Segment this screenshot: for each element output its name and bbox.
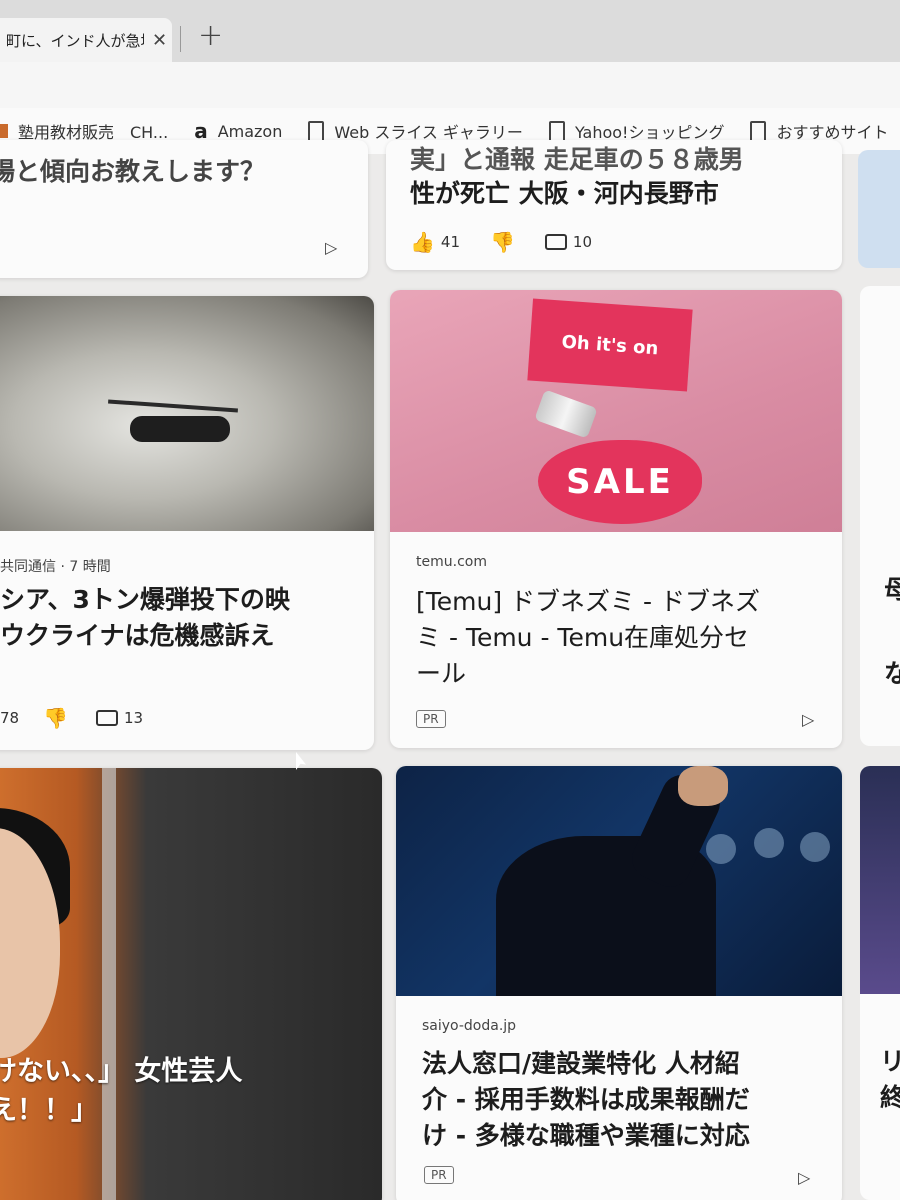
- news-card-osaka[interactable]: 実」と通報 走足車の５８歳男 性が死亡 大阪・河内長野市 👍 41 👎 10: [386, 140, 842, 270]
- comment-icon[interactable]: [544, 234, 567, 250]
- card-title-line1: 法人窓口/建設業特化 人材紹: [422, 1049, 740, 1078]
- sale-box: Oh it's on: [527, 298, 693, 392]
- business-hand: [678, 766, 728, 806]
- card-title-overlay: けない、、」 女性芸人 え！！」: [0, 1052, 242, 1148]
- card-title-line3: け - 多様な職種や業種に対応: [422, 1121, 750, 1150]
- chart-circle: [706, 834, 736, 864]
- amazon-icon: a: [194, 119, 208, 143]
- card-title-line1: シア、3トン爆弾投下の映: [0, 585, 290, 614]
- can-object: [534, 389, 598, 439]
- reactions: 👍 41 👎 10: [410, 230, 598, 254]
- reactions: 78 👎 13: [0, 706, 149, 730]
- sale-splash: SALE: [538, 440, 702, 524]
- card-title-line1: けない、、」 女性芸人: [0, 1056, 243, 1087]
- like-count: 41: [440, 233, 460, 251]
- pr-badge: PR: [424, 1166, 454, 1184]
- card-source: 共同通信 · 7 時間: [0, 559, 111, 575]
- card-title-line1: 実」と通報 走足車の５８歳男: [410, 145, 744, 174]
- like-count: 78: [0, 709, 20, 727]
- card-title-line3: ール: [416, 659, 467, 688]
- edge-fragment: リ: [880, 1047, 900, 1076]
- play-icon[interactable]: ▷: [802, 710, 814, 729]
- comment-icon[interactable]: [96, 710, 118, 726]
- close-icon[interactable]: ✕: [152, 30, 167, 51]
- address-bar[interactable]: [0, 62, 900, 110]
- chart-circle: [754, 828, 784, 858]
- chart-circle: [800, 832, 830, 862]
- card-title-line2: え！！」: [0, 1095, 98, 1127]
- news-card-entertainer[interactable]: けない、、」 女性芸人 え！！」: [0, 768, 382, 1200]
- card-title-line2: 介 - 採用手数料は成果報酬だ: [422, 1085, 750, 1114]
- card-title-line1: [Temu] ドブネズミ - ドブネズ: [416, 587, 760, 616]
- news-card-right-edge-mid[interactable]: 母 な: [860, 286, 900, 746]
- tab-title: 町に、インド人が急増: [6, 31, 144, 50]
- news-card-right-edge-top[interactable]: [858, 150, 900, 268]
- document-icon: [548, 120, 565, 142]
- bookmark-item-amazon[interactable]: a Amazon: [194, 121, 282, 141]
- ad-card-doda[interactable]: saiyo-doda.jp 法人窓口/建設業特化 人材紹 介 - 採用手数料は成…: [396, 766, 842, 1200]
- edge-fragment: な: [884, 659, 900, 688]
- sale-image: Oh it's on SALE: [390, 290, 842, 532]
- card-source: saiyo-doda.jp: [422, 1018, 517, 1034]
- ad-card-temu[interactable]: Oh it's on SALE temu.com [Temu] ドブネズミ - …: [390, 290, 842, 748]
- thumbs-down-icon[interactable]: 👎: [43, 706, 68, 730]
- helicopter-body: [130, 416, 230, 442]
- pr-badge: PR: [416, 710, 446, 728]
- folder-icon: [0, 124, 8, 138]
- news-card-helicopter[interactable]: 共同通信 · 7 時間 シア、3トン爆弾投下の映 ウクライナは危機感訴え 78 …: [0, 296, 374, 750]
- tab-bar: 町に、インド人が急増 ✕ +: [0, 0, 900, 70]
- edge-image: [860, 766, 900, 994]
- bookmark-label: Amazon: [217, 121, 283, 141]
- edge-fragment: 終: [880, 1083, 900, 1112]
- edge-fragment: 母: [884, 575, 900, 604]
- thumbs-down-icon[interactable]: 👎: [490, 230, 515, 254]
- card-title-line2: ウクライナは危機感訴え: [0, 621, 275, 650]
- play-icon[interactable]: ▷: [325, 238, 337, 257]
- thumbs-up-icon[interactable]: 👍: [410, 230, 435, 254]
- document-icon: [750, 120, 767, 142]
- play-icon[interactable]: ▷: [798, 1168, 810, 1187]
- comment-count: 10: [572, 233, 592, 251]
- new-tab-button[interactable]: +: [198, 18, 223, 53]
- helicopter-image: [0, 296, 374, 531]
- browser-tab[interactable]: 町に、インド人が急増 ✕: [0, 18, 172, 62]
- news-card-top-left[interactable]: 場と傾向お教えします？ ▷: [0, 140, 368, 278]
- card-title: 場と傾向お教えします？: [0, 157, 266, 186]
- card-source: temu.com: [416, 554, 487, 570]
- tab-separator: [180, 26, 181, 52]
- business-image: [396, 766, 842, 996]
- document-icon: [308, 120, 325, 142]
- card-title-line2: ミ - Temu - Temu在庫処分セ: [416, 623, 750, 652]
- card-title-line2: 性が死亡 大阪・河内長野市: [410, 179, 719, 208]
- comment-count: 13: [124, 709, 144, 727]
- news-card-right-edge-bottom[interactable]: リ 終: [860, 766, 900, 1200]
- helicopter-rotor: [108, 399, 238, 413]
